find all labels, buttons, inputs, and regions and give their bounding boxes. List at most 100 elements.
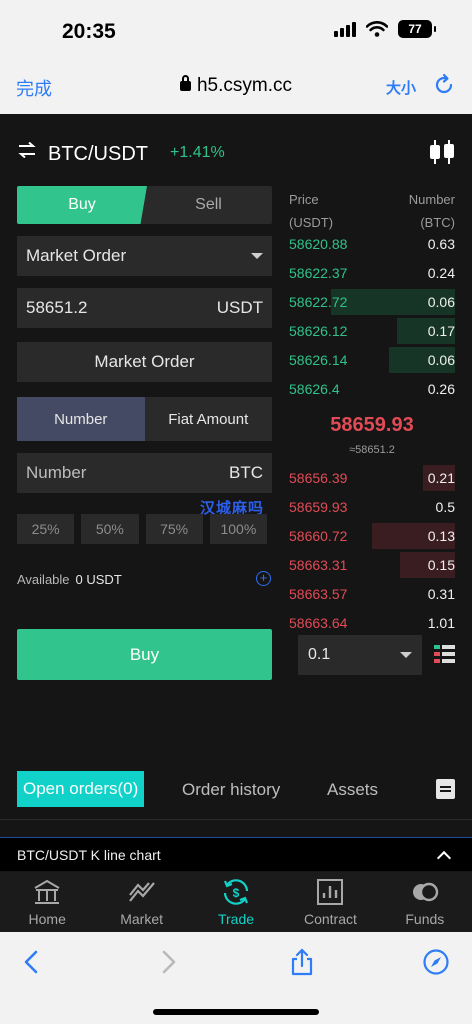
row-price: 58626.4 bbox=[289, 381, 340, 397]
buy-sell-tabs: Buy Sell bbox=[17, 186, 272, 224]
tab-assets[interactable]: Assets bbox=[327, 780, 378, 800]
orders-tabs: Open orders(0) Order history Assets bbox=[0, 769, 472, 809]
row-qty: 0.5 bbox=[435, 499, 455, 515]
document-icon[interactable] bbox=[436, 779, 455, 799]
funds-icon bbox=[412, 882, 439, 902]
row-price: 58656.39 bbox=[289, 470, 348, 486]
kline-chart-bar[interactable]: BTC/USDT K line chart bbox=[0, 837, 472, 871]
nav-label: Trade bbox=[217, 911, 255, 927]
market-icon bbox=[128, 882, 155, 902]
browser-address-bar: 完成 h5.csym.cc 大小 bbox=[0, 58, 472, 114]
svg-text:$: $ bbox=[233, 886, 240, 900]
order-book-layout-icon[interactable] bbox=[434, 645, 455, 663]
percent-100-button[interactable]: 100% bbox=[209, 514, 267, 544]
precision-select[interactable]: 0.1 bbox=[298, 635, 422, 675]
order-book-row[interactable]: 58626.14 0.06 bbox=[289, 346, 455, 374]
row-qty: 0.06 bbox=[427, 294, 455, 310]
nav-item-trade[interactable]: $ Trade bbox=[189, 872, 283, 932]
url-text: h5.csym.cc bbox=[196, 75, 293, 96]
row-qty: 0.17 bbox=[427, 323, 455, 339]
nav-label: Home bbox=[28, 911, 66, 927]
order-type-value: Market Order bbox=[26, 246, 127, 265]
available-balance: Available 0 USDT bbox=[17, 572, 122, 587]
text-size-button[interactable]: 大小 bbox=[386, 77, 416, 98]
order-book-row[interactable]: 58622.37 0.24 bbox=[289, 259, 455, 287]
row-price: 58626.12 bbox=[289, 323, 348, 339]
nav-item-home[interactable]: Home bbox=[0, 872, 94, 932]
forward-icon[interactable] bbox=[154, 948, 182, 976]
nav-item-market[interactable]: Market bbox=[94, 872, 188, 932]
index-price: ≈58651.2 bbox=[349, 444, 395, 456]
back-icon[interactable] bbox=[18, 948, 46, 976]
order-book-row[interactable]: 58663.31 0.15 bbox=[289, 551, 455, 579]
price-field[interactable]: 58651.2 USDT bbox=[17, 288, 272, 328]
tab-buy[interactable]: Buy bbox=[17, 186, 147, 224]
row-price: 58663.64 bbox=[289, 615, 348, 631]
contract-icon bbox=[317, 879, 344, 905]
row-price: 58659.93 bbox=[289, 499, 348, 515]
number-column-header-group: Number (BTC) bbox=[409, 188, 455, 234]
percent-50-button[interactable]: 50% bbox=[81, 514, 139, 544]
reload-icon[interactable] bbox=[432, 73, 456, 97]
swap-pair-icon[interactable] bbox=[18, 142, 36, 158]
row-price: 58622.72 bbox=[289, 294, 348, 310]
tab-number[interactable]: Number bbox=[17, 397, 145, 441]
order-book-row[interactable]: 58620.88 0.63 bbox=[289, 230, 455, 258]
order-book-row[interactable]: 58626.4 0.26 bbox=[289, 375, 455, 403]
order-book-row[interactable]: 58659.93 0.5 bbox=[289, 493, 455, 521]
divider bbox=[0, 819, 472, 820]
dropdown-arrow-icon bbox=[400, 652, 412, 658]
nav-item-funds[interactable]: Funds bbox=[378, 872, 472, 932]
row-qty: 1.01 bbox=[427, 615, 455, 631]
order-book-row[interactable]: 58656.39 0.21 bbox=[289, 464, 455, 492]
tab-fiat-amount[interactable]: Fiat Amount bbox=[145, 397, 273, 441]
tab-sell[interactable]: Sell bbox=[145, 186, 272, 224]
trade-icon: $ bbox=[223, 879, 249, 905]
price-unit: USDT bbox=[216, 298, 263, 317]
order-book-row[interactable]: 58663.64 1.01 bbox=[289, 609, 455, 637]
home-icon bbox=[34, 879, 60, 904]
row-qty: 0.31 bbox=[427, 586, 455, 602]
nav-label: Market bbox=[120, 911, 163, 927]
row-qty: 0.15 bbox=[427, 557, 455, 573]
battery-icon: 77 bbox=[398, 20, 436, 38]
row-qty: 0.13 bbox=[427, 528, 455, 544]
number-input[interactable]: Number BTC bbox=[17, 453, 272, 493]
order-book-row[interactable]: 58663.57 0.31 bbox=[289, 580, 455, 608]
tab-open-orders[interactable]: Open orders(0) bbox=[17, 771, 145, 807]
amount-mode-toggle: Number Fiat Amount bbox=[17, 397, 272, 441]
tab-order-history[interactable]: Order history bbox=[182, 780, 280, 800]
percent-75-button[interactable]: 75% bbox=[145, 514, 203, 544]
pair-header: BTC/USDT +1.41% bbox=[0, 114, 472, 186]
nav-label: Contract bbox=[303, 911, 357, 927]
order-book-row[interactable]: 58622.72 0.06 bbox=[289, 288, 455, 316]
status-icons: 77 bbox=[334, 20, 436, 38]
row-qty: 0.26 bbox=[427, 381, 455, 397]
nav-item-contract[interactable]: Contract bbox=[283, 872, 377, 932]
last-price: 58659.93 bbox=[330, 414, 414, 436]
share-icon[interactable] bbox=[288, 948, 316, 976]
trade-screen: BTC/USDT +1.41% Buy Sell Market Order 58… bbox=[0, 114, 472, 932]
percent-25-button[interactable]: 25% bbox=[17, 514, 75, 544]
order-type-select[interactable]: Market Order bbox=[17, 236, 272, 276]
row-qty: 0.63 bbox=[427, 236, 455, 252]
compass-icon[interactable] bbox=[422, 948, 450, 976]
number-column-header: Number bbox=[408, 192, 455, 207]
order-book-row[interactable]: 58660.72 0.13 bbox=[289, 522, 455, 550]
pair-name[interactable]: BTC/USDT bbox=[48, 143, 148, 166]
add-funds-icon[interactable]: + bbox=[256, 571, 271, 586]
buy-button[interactable]: Buy bbox=[17, 629, 272, 680]
row-price: 58663.31 bbox=[289, 557, 348, 573]
row-qty: 0.06 bbox=[427, 352, 455, 368]
cellular-signal-icon bbox=[334, 21, 356, 37]
row-price: 58622.37 bbox=[289, 265, 348, 281]
number-unit: BTC bbox=[229, 463, 263, 482]
bottom-nav: Home Market $ Trade Contract Funds bbox=[0, 872, 472, 932]
row-price: 58663.57 bbox=[289, 586, 348, 602]
order-book-row[interactable]: 58626.12 0.17 bbox=[289, 317, 455, 345]
dropdown-arrow-icon bbox=[251, 253, 263, 259]
candlestick-chart-icon[interactable] bbox=[428, 139, 456, 165]
available-value: 0 USDT bbox=[75, 572, 122, 587]
price-value: 58651.2 bbox=[26, 298, 88, 317]
row-price: 58626.14 bbox=[289, 352, 348, 368]
